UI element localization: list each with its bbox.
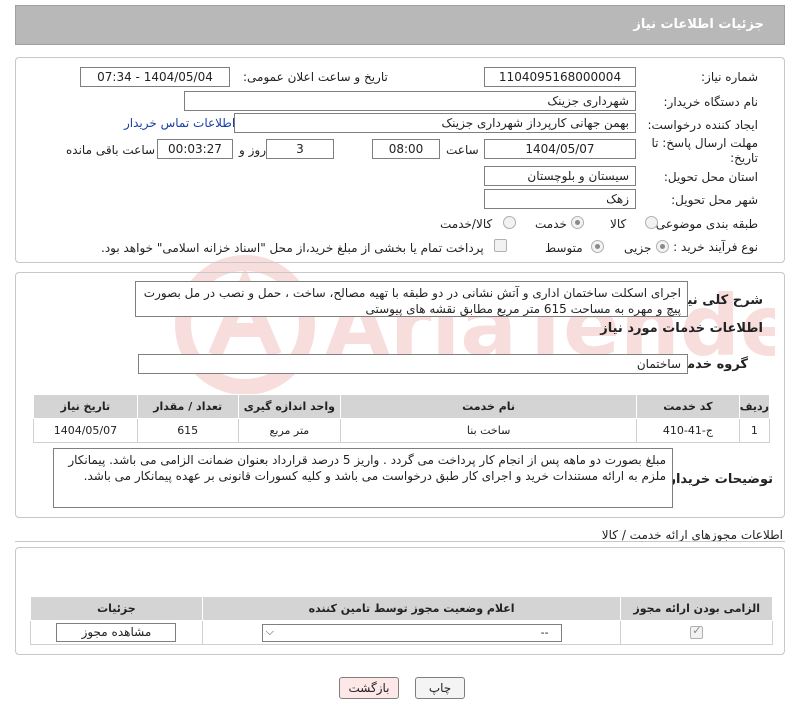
permit-col-required: الزامی بودن ارائه مجوز (620, 596, 773, 621)
process-radio-medium[interactable] (591, 240, 604, 253)
view-permit-button[interactable]: مشاهده مجوز (56, 623, 177, 642)
treasury-payment-note: پرداخت تمام یا بخشی از مبلغ خرید،از محل … (101, 241, 484, 255)
services-table: ردیف کد خدمت نام خدمت واحد اندازه گیری ت… (33, 394, 771, 443)
buyer-org-label: نام دستگاه خریدار: (663, 95, 759, 109)
remaining-time-label: ساعت باقی مانده (66, 143, 156, 157)
category-option-goods: کالا (610, 217, 627, 231)
cell-qty: 615 (136, 418, 239, 443)
back-button[interactable]: بازگشت (339, 677, 399, 699)
creator-field[interactable]: بهمن جهانی کارپرداز شهرداری جزینک (234, 113, 636, 133)
col-header-date: تاریخ نیاز (33, 394, 138, 419)
process-option-medium: متوسط (545, 241, 583, 255)
permit-col-details: جزئیات (30, 596, 203, 621)
category-label: طبقه بندی موضوعی: (651, 217, 758, 231)
deadline-label: مهلت ارسال پاسخ: تا تاریخ: (651, 136, 758, 165)
page-title: جزئیات اطلاعات نیاز (633, 17, 764, 32)
deadline-time-label: ساعت (446, 143, 479, 157)
deadline-time-field[interactable]: 08:00 (372, 139, 440, 159)
deadline-date-field[interactable]: 1404/05/07 (484, 139, 636, 159)
process-label: نوع فرآیند خرید : (673, 240, 758, 254)
process-radio-minor[interactable] (656, 240, 669, 253)
announce-date-label: تاریخ و ساعت اعلان عمومی: (243, 70, 388, 84)
cell-date: 1404/05/07 (33, 418, 138, 443)
category-radio-both[interactable] (503, 216, 516, 229)
col-header-row: ردیف (738, 394, 771, 419)
category-radio-goods[interactable] (645, 216, 658, 229)
creator-label: ایجاد کننده درخواست: (647, 118, 758, 132)
table-row: 1 ج-41-410 ساخت بنا متر مربع 615 1404/05… (33, 418, 771, 443)
days-label: روز و (239, 143, 266, 157)
cell-code: ج-41-410 (636, 418, 740, 443)
treasury-payment-checkbox[interactable] (494, 239, 507, 252)
page-header: جزئیات اطلاعات نیاز (15, 5, 785, 45)
buyer-notes-textarea[interactable]: مبلغ بصورت دو ماهه پس از انجام کار پرداخ… (53, 448, 673, 508)
table-row: ✓ -- ⌵ مشاهده مجوز (30, 620, 773, 645)
days-remaining-field[interactable]: 3 (266, 139, 334, 159)
category-radio-service[interactable] (571, 216, 584, 229)
chevron-down-icon: ⌵ (265, 624, 274, 638)
service-group-field[interactable]: ساختمان (138, 354, 688, 374)
col-header-unit: واحد اندازه گیری (237, 394, 342, 419)
process-option-minor: جزیی (624, 241, 652, 255)
print-button[interactable]: چاپ (415, 677, 465, 699)
permits-divider (15, 541, 785, 542)
col-header-name: نام خدمت (340, 394, 638, 419)
announce-date-field[interactable]: 1404/05/04 - 07:34 (80, 67, 230, 87)
city-label: شهر محل تحویل: (671, 193, 758, 207)
permit-col-status: اعلام وضعیت مجوز توسط تامین کننده (201, 596, 622, 621)
need-number-field[interactable]: 1104095168000004 (484, 67, 636, 87)
need-number-label: شماره نیاز: (701, 70, 758, 84)
permits-table: الزامی بودن ارائه مجوز اعلام وضعیت مجوز … (30, 596, 773, 645)
buyer-org-field[interactable]: شهرداری جزینک (184, 91, 636, 111)
permit-status-select[interactable]: -- ⌵ (261, 623, 562, 642)
province-label: استان محل تحویل: (663, 170, 758, 184)
col-header-code: کد خدمت (636, 394, 740, 419)
cell-unit: متر مربع (237, 418, 342, 443)
permit-required-checkbox[interactable]: ✓ (690, 624, 704, 640)
col-header-qty: تعداد / مقدار (136, 394, 239, 419)
services-section-title: اطلاعات خدمات مورد نیاز (600, 321, 763, 336)
check-icon: ✓ (692, 624, 702, 638)
permits-section-title: اطلاعات مجوزهای ارائه خدمت / کالا (601, 528, 783, 542)
category-option-both: کالا/خدمت (440, 217, 493, 231)
cell-name: ساخت بنا (340, 418, 638, 443)
city-field[interactable]: زهک (484, 189, 636, 209)
cell-row: 1 (738, 418, 771, 443)
buyer-notes-label: توضیحات خریدار: (663, 472, 773, 487)
category-option-service: خدمت (535, 217, 567, 231)
description-textarea[interactable]: اجرای اسکلت ساختمان اداری و آتش نشانی در… (135, 281, 688, 317)
buyer-contact-link[interactable]: اطلاعات تماس خریدار (124, 116, 235, 130)
remaining-time-field[interactable]: 00:03:27 (157, 139, 233, 159)
province-field[interactable]: سیستان و بلوچستان (484, 166, 636, 186)
permit-status-value: -- (540, 625, 549, 639)
